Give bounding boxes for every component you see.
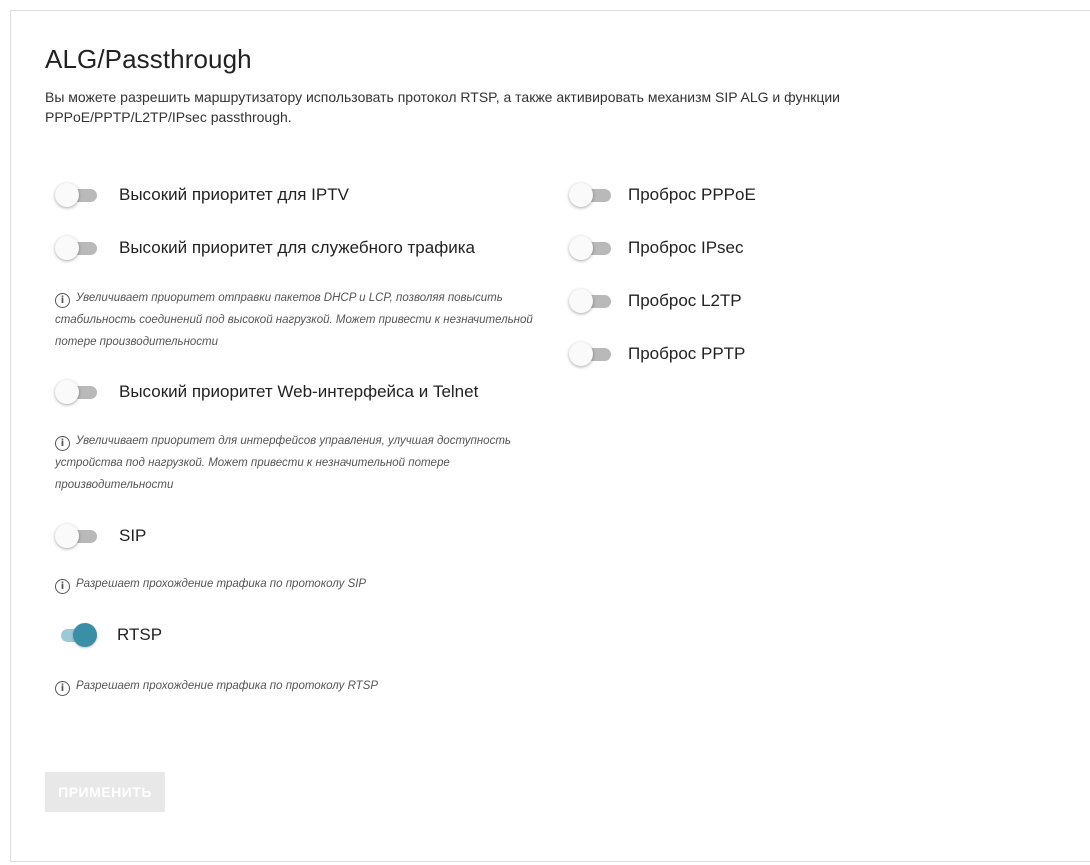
page-description: Вы можете разрешить маршрутизатору испол…	[45, 89, 840, 125]
info-circle-icon: i	[55, 436, 70, 451]
service-traffic-hint: i Увеличивает приоритет отправки пакетов …	[55, 287, 545, 353]
ipsec-passthrough-toggle[interactable]	[569, 236, 611, 260]
rtsp-hint: i Разрешает прохождение трафика по проток…	[55, 675, 378, 697]
pppoe-passthrough-toggle[interactable]	[569, 183, 611, 207]
sip-hint-text: Разрешает прохождение трафика по протоко…	[76, 578, 367, 590]
l2tp-passthrough-label: Проброс L2TP	[628, 291, 742, 310]
iptv-priority-label: Высокий приоритет для IPTV	[119, 185, 349, 204]
sip-alg-toggle[interactable]	[55, 524, 97, 548]
web-telnet-hint-text: Увеличивает приоритет для интерфейсов уп…	[55, 435, 511, 491]
ipsec-passthrough-label: Проброс IPsec	[628, 238, 744, 257]
sip-hint: i Разрешает прохождение трафика по проток…	[55, 573, 366, 595]
toggle-thumb	[569, 236, 593, 260]
toggle-thumb	[569, 183, 593, 207]
toggle-thumb	[569, 289, 593, 313]
apply-button[interactable]: ПРИМЕНИТЬ	[45, 772, 165, 812]
web-telnet-priority-toggle[interactable]	[55, 380, 97, 404]
toggle-row-pppoe[interactable]: Проброс PPPoE	[569, 183, 756, 207]
toggle-row-ipsec[interactable]: Проброс IPsec	[569, 236, 744, 260]
toggle-thumb	[55, 183, 79, 207]
toggle-row-service-traffic[interactable]: Высокий приоритет для служебного трафика	[55, 236, 475, 260]
web-telnet-hint: i Увеличивает приоритет для интерфейсов у…	[55, 430, 545, 496]
info-circle-icon: i	[55, 681, 70, 696]
toggle-row-pptp[interactable]: Проброс PPTP	[569, 342, 745, 366]
service-traffic-hint-text: Увеличивает приоритет отправки пакетов D…	[55, 292, 533, 348]
sip-label: SIP	[119, 526, 147, 545]
rtsp-label: RTSP	[117, 625, 163, 644]
pppoe-passthrough-label: Проброс PPPoE	[628, 185, 756, 204]
toggle-thumb	[73, 623, 97, 647]
page-title: ALG/Passthrough	[45, 44, 252, 74]
info-circle-icon: i	[55, 579, 70, 594]
toggle-thumb	[55, 380, 79, 404]
pptp-passthrough-label: Проброс PPTP	[628, 344, 746, 363]
toggle-row-iptv[interactable]: Высокий приоритет для IPTV	[55, 183, 349, 207]
service-traffic-priority-toggle[interactable]	[55, 236, 97, 260]
toggle-thumb	[55, 524, 79, 548]
toggle-thumb	[569, 342, 593, 366]
toggle-row-l2tp[interactable]: Проброс L2TP	[569, 289, 742, 313]
l2tp-passthrough-toggle[interactable]	[569, 289, 611, 313]
toggle-row-rtsp[interactable]: RTSP	[55, 623, 162, 647]
info-circle-icon: i	[55, 293, 70, 308]
rtsp-toggle[interactable]	[55, 623, 97, 647]
iptv-priority-toggle[interactable]	[55, 183, 97, 207]
rtsp-hint-text: Разрешает прохождение трафика по протоко…	[76, 680, 379, 692]
toggle-row-sip[interactable]: SIP	[55, 524, 146, 548]
toggle-row-web-telnet[interactable]: Высокий приоритет Web-интерфейса и Telne…	[55, 380, 478, 404]
service-traffic-priority-label: Высокий приоритет для служебного трафика	[119, 238, 475, 257]
web-telnet-priority-label: Высокий приоритет Web-интерфейса и Telne…	[119, 382, 479, 401]
toggle-thumb	[55, 236, 79, 260]
pptp-passthrough-toggle[interactable]	[569, 342, 611, 366]
